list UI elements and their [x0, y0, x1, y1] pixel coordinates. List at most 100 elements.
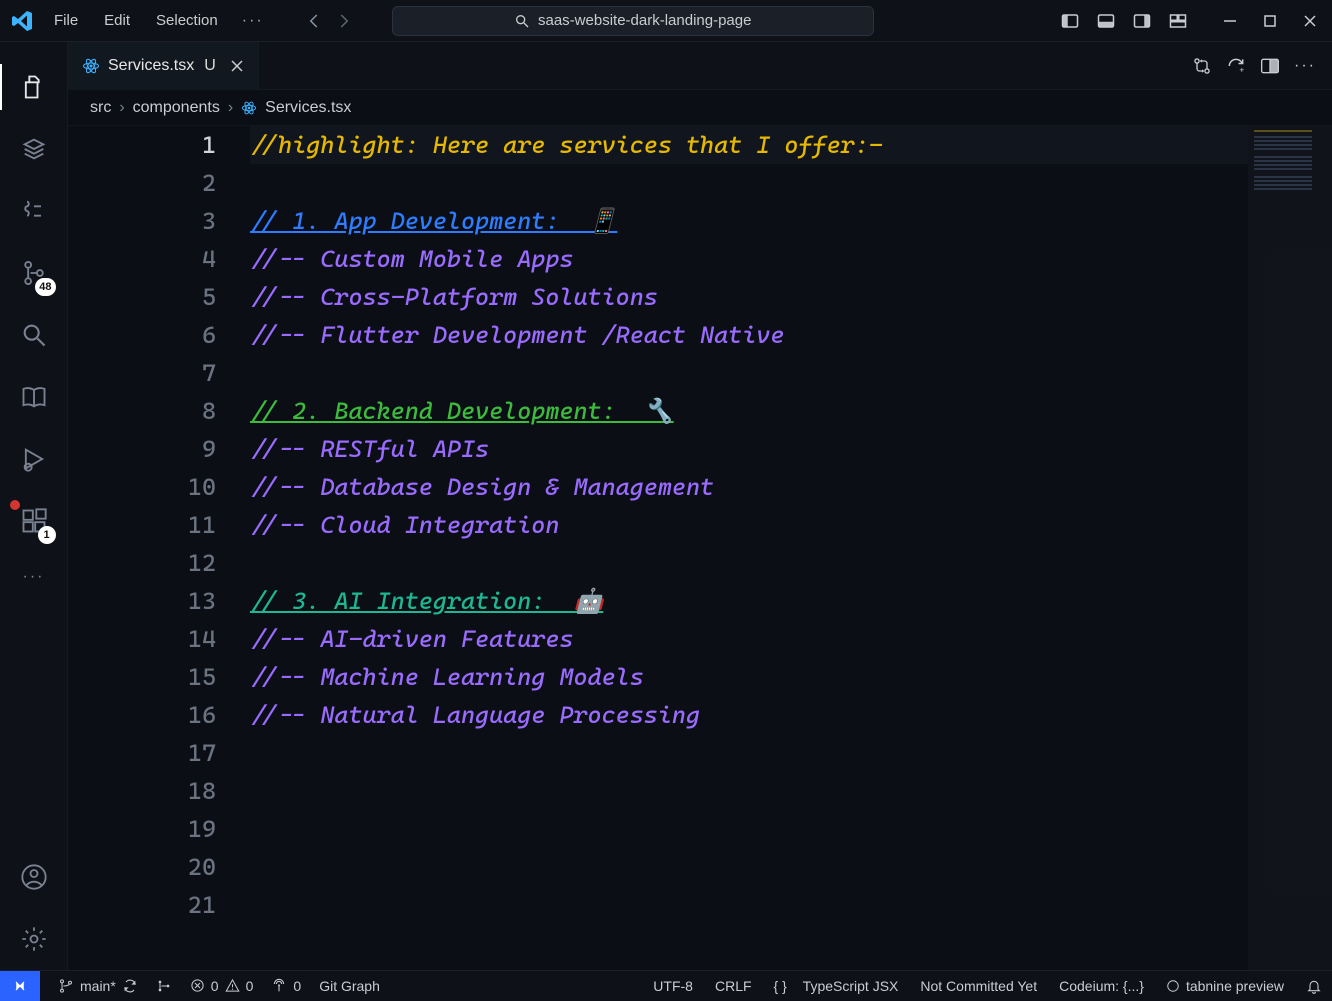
line-number: 7 [68, 354, 216, 392]
code-line: //-- Custom Mobile Apps [250, 245, 573, 273]
code-text[interactable]: //highlight: Here are services that I of… [242, 126, 1248, 970]
tab-status-badge: U [204, 57, 216, 75]
code-line: //-- RESTful APIs [250, 435, 489, 463]
activity-extensions-icon[interactable]: 1 [0, 490, 68, 552]
line-number: 12 [68, 544, 216, 582]
activity-run-debug-icon[interactable] [0, 428, 68, 490]
editor-tab-bar: Services.tsx U + ··· [68, 42, 1332, 90]
activity-search-icon[interactable] [0, 304, 68, 366]
activity-project-icon[interactable] [0, 118, 68, 180]
status-tabnine[interactable]: tabnine preview [1166, 978, 1284, 994]
customize-layout-icon[interactable] [1166, 9, 1190, 33]
breadcrumb-src[interactable]: src [90, 99, 111, 117]
status-branch-label: main* [80, 978, 116, 994]
refresh-icon[interactable]: + [1226, 56, 1246, 76]
code-line: // 1. App Development: 📱 [250, 207, 617, 235]
status-gitgraph[interactable]: Git Graph [319, 978, 380, 994]
menu-more[interactable]: ··· [232, 6, 274, 36]
title-right-controls [1058, 9, 1328, 33]
code-line: //-- Cross-Platform Solutions [250, 283, 658, 311]
react-icon [241, 100, 257, 116]
status-branch[interactable]: main* [58, 978, 138, 994]
close-icon[interactable] [1300, 11, 1320, 31]
code-line: // 3. AI Integration: 🤖 [250, 587, 603, 615]
code-line [250, 810, 1248, 848]
code-line: // 2. Backend Development: 🔧 [250, 397, 674, 425]
activity-accounts-icon[interactable] [0, 846, 68, 908]
sync-icon[interactable] [122, 978, 138, 994]
status-ports-count: 0 [293, 978, 301, 994]
nav-forward-icon[interactable] [336, 12, 354, 30]
main-content: 48 1 ··· [0, 42, 1332, 970]
breadcrumb-file[interactable]: Services.tsx [265, 99, 351, 117]
status-codeium[interactable]: Codeium: {...} [1059, 978, 1144, 994]
status-bar: main* 0 0 0 Git Graph UTF-8 CRLF { } Typ… [0, 970, 1332, 1000]
tab-close-icon[interactable] [230, 59, 244, 73]
line-number: 6 [68, 316, 216, 354]
minimap[interactable] [1248, 126, 1332, 970]
editor-tab-actions: + ··· [1176, 42, 1332, 89]
react-icon [82, 57, 100, 75]
braces-icon: { } [774, 978, 787, 994]
status-eol[interactable]: CRLF [715, 978, 752, 994]
split-editor-icon[interactable] [1260, 56, 1280, 76]
chevron-right-icon: › [119, 99, 124, 117]
search-icon [514, 13, 530, 29]
menu-file[interactable]: File [42, 6, 90, 36]
status-problems[interactable]: 0 0 [190, 978, 254, 994]
status-graph-icon[interactable] [156, 978, 172, 994]
editor-area[interactable]: 1 2 3 4 5 6 7 8 9 10 11 12 13 14 15 16 1… [68, 126, 1332, 970]
status-bar-right: UTF-8 CRLF { } TypeScript JSX Not Commit… [653, 978, 1322, 994]
status-ports[interactable]: 0 [271, 978, 301, 994]
nav-back-icon[interactable] [304, 12, 322, 30]
maximize-icon[interactable] [1260, 11, 1280, 31]
breadcrumb-components[interactable]: components [133, 99, 220, 117]
line-number: 18 [68, 772, 216, 810]
status-encoding[interactable]: UTF-8 [653, 978, 693, 994]
activity-extensions-dot-icon [10, 500, 20, 510]
command-center-search[interactable]: saas-website-dark-landing-page [392, 6, 874, 36]
code-line: //highlight: Here are services that I of… [250, 131, 883, 159]
status-commit[interactable]: Not Committed Yet [920, 978, 1037, 994]
code-line [250, 734, 1248, 772]
line-number: 8 [68, 392, 216, 430]
command-center-text: saas-website-dark-landing-page [538, 12, 751, 29]
line-number: 4 [68, 240, 216, 278]
activity-source-control-icon[interactable]: 48 [0, 242, 68, 304]
status-tabnine-label: tabnine preview [1186, 978, 1284, 994]
code-line [250, 772, 1248, 810]
line-number: 3 [68, 202, 216, 240]
status-notifications-icon[interactable] [1306, 978, 1322, 994]
activity-outline-icon[interactable] [0, 180, 68, 242]
line-number: 1 [68, 126, 216, 164]
menu-selection[interactable]: Selection [144, 6, 230, 36]
editor-column: Services.tsx U + ··· src [68, 42, 1332, 970]
tab-services-tsx[interactable]: Services.tsx U [68, 42, 259, 89]
code-line: //-- Flutter Development /React Native [250, 321, 784, 349]
git-compare-icon[interactable] [1192, 56, 1212, 76]
editor-more-actions-icon[interactable]: ··· [1294, 57, 1316, 75]
code-line: //-- Database Design & Management [250, 473, 714, 501]
line-number: 16 [68, 696, 216, 734]
line-number: 15 [68, 658, 216, 696]
status-language-label: TypeScript JSX [803, 978, 899, 994]
code-line [250, 164, 1248, 202]
activity-extensions-badge: 1 [38, 526, 56, 544]
code-line [250, 354, 1248, 392]
remote-indicator-icon[interactable] [0, 971, 40, 1001]
line-number: 21 [68, 886, 216, 924]
activity-book-icon[interactable] [0, 366, 68, 428]
toggle-secondary-sidebar-icon[interactable] [1130, 9, 1154, 33]
activity-explorer-icon[interactable] [0, 56, 68, 118]
activity-settings-icon[interactable] [0, 908, 68, 970]
vscode-logo-icon [4, 3, 40, 39]
toggle-primary-sidebar-icon[interactable] [1058, 9, 1082, 33]
minimize-icon[interactable] [1220, 11, 1240, 31]
line-number: 17 [68, 734, 216, 772]
menu-edit[interactable]: Edit [92, 6, 142, 36]
line-number: 11 [68, 506, 216, 544]
activity-more-icon[interactable]: ··· [23, 552, 45, 602]
line-number: 2 [68, 164, 216, 202]
status-language[interactable]: { } TypeScript JSX [774, 978, 899, 994]
toggle-panel-icon[interactable] [1094, 9, 1118, 33]
